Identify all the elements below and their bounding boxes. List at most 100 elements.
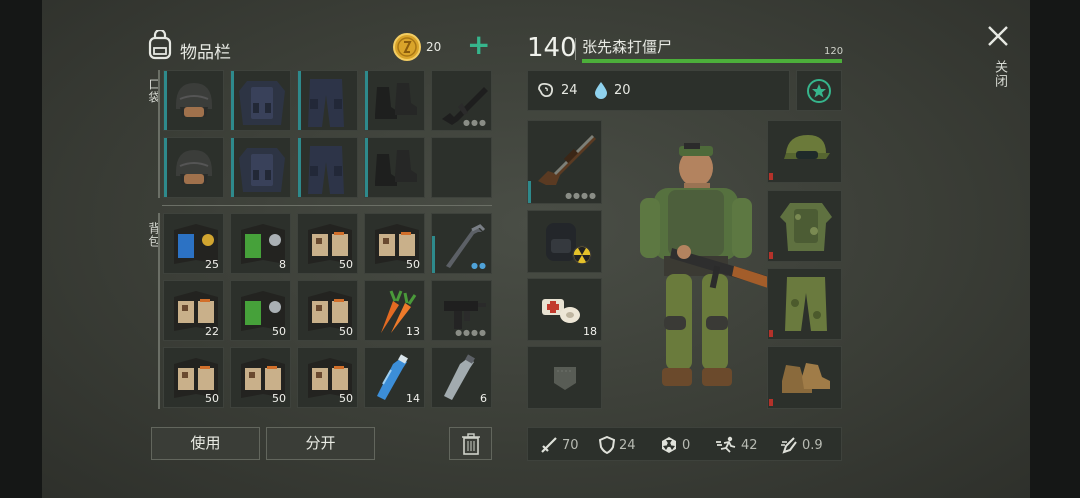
durability-dots: ●●●● bbox=[455, 328, 487, 337]
hunger-icon bbox=[536, 80, 556, 104]
slot-vest-item[interactable] bbox=[230, 70, 291, 131]
pockets-bracket bbox=[158, 70, 160, 198]
shotgun-icon bbox=[538, 135, 596, 185]
item-count: 50 bbox=[339, 325, 353, 338]
split-button[interactable]: 分开 bbox=[266, 427, 375, 460]
coin-icon bbox=[392, 31, 422, 67]
character-level: 140 bbox=[527, 33, 577, 63]
cap-icon bbox=[784, 135, 830, 159]
xp-max: 120 bbox=[824, 46, 844, 57]
add-coins-button[interactable]: + bbox=[467, 30, 490, 60]
camo-jacket-icon bbox=[780, 203, 832, 251]
radiation-value: 0 bbox=[682, 437, 691, 453]
slot-recipe-book-item[interactable]: 50 bbox=[297, 213, 358, 274]
radiation-icon bbox=[662, 437, 676, 453]
item-count: 14 bbox=[406, 392, 420, 405]
backpack-bracket bbox=[158, 213, 160, 409]
slot-recipe-book-item[interactable]: 50 bbox=[230, 347, 291, 408]
character-name: 张先森打僵尸 bbox=[582, 38, 673, 56]
legs-equip-slot[interactable] bbox=[767, 268, 842, 340]
sword-icon bbox=[541, 437, 557, 453]
shoes-icon bbox=[782, 363, 830, 393]
slot-blue-book-item[interactable]: 25 bbox=[163, 213, 224, 274]
item-count: 50 bbox=[339, 392, 353, 405]
slot-pants-item[interactable] bbox=[297, 137, 358, 198]
slot-recipe-book-item[interactable]: 50 bbox=[297, 347, 358, 408]
thirst-value: 20 bbox=[614, 83, 631, 98]
item-count: 50 bbox=[272, 325, 286, 338]
bandage-icon bbox=[542, 299, 580, 323]
weapon-durability: ●●●● bbox=[565, 191, 597, 200]
slot-green-book-item[interactable]: 8 bbox=[230, 213, 291, 274]
item-count: 50 bbox=[339, 258, 353, 271]
close-label: 关闭 bbox=[992, 60, 1007, 88]
defense-stat: 24 bbox=[599, 436, 636, 454]
slot-helmet-item[interactable] bbox=[163, 137, 224, 198]
stealth-value: 0.9 bbox=[802, 437, 823, 453]
trash-button[interactable] bbox=[449, 427, 492, 460]
durability-dots: ●●● bbox=[463, 118, 487, 127]
slot-green-book-item[interactable]: 50 bbox=[230, 280, 291, 341]
slot-boots-item[interactable] bbox=[364, 137, 425, 198]
slot-recipe-book-item[interactable]: 50 bbox=[297, 280, 358, 341]
slot-carrot-item[interactable]: 13 bbox=[364, 280, 425, 341]
slot-vest-item[interactable] bbox=[230, 137, 291, 198]
body-equip-slot[interactable] bbox=[767, 190, 842, 262]
star-badge-icon bbox=[807, 79, 831, 103]
slot-water-bottle-item[interactable]: 14 bbox=[364, 347, 425, 408]
head-equip-slot[interactable] bbox=[767, 120, 842, 183]
level-divider bbox=[575, 38, 576, 60]
shield-icon bbox=[599, 436, 615, 454]
inventory-title: 物品栏 bbox=[180, 43, 231, 63]
item-count: 22 bbox=[205, 325, 219, 338]
status-effects-button[interactable] bbox=[796, 70, 842, 111]
medkit-slot[interactable]: 18 bbox=[527, 278, 602, 341]
slot-recipe-book-item[interactable]: 22 bbox=[163, 280, 224, 341]
trash-icon bbox=[461, 433, 480, 455]
pockets-label: 口袋 bbox=[147, 78, 161, 104]
item-count: 13 bbox=[406, 325, 420, 338]
close-icon bbox=[988, 26, 1008, 46]
use-button[interactable]: 使用 bbox=[151, 427, 260, 460]
hunger-value: 24 bbox=[561, 83, 578, 98]
attack-value: 70 bbox=[562, 437, 579, 453]
weapon-slot-shotgun[interactable]: ●●●● bbox=[527, 120, 602, 204]
feet-equip-slot[interactable] bbox=[767, 346, 842, 409]
item-count: 50 bbox=[205, 392, 219, 405]
section-divider bbox=[162, 205, 492, 206]
backpack-label: 背包 bbox=[147, 222, 161, 248]
close-button[interactable]: 关闭 bbox=[986, 24, 1012, 104]
xp-bar-fill bbox=[582, 59, 842, 63]
medkit-count: 18 bbox=[583, 325, 597, 338]
slot-boots-item[interactable] bbox=[364, 70, 425, 131]
pocket-equip-slot[interactable] bbox=[527, 346, 602, 409]
backpack-slot[interactable] bbox=[527, 210, 602, 273]
item-count: 50 bbox=[272, 392, 286, 405]
coin-count: 20 bbox=[426, 40, 442, 54]
slot-pants-item[interactable] bbox=[297, 70, 358, 131]
slot-uzi-item[interactable]: ●●●● bbox=[431, 280, 492, 341]
defense-value: 24 bbox=[619, 437, 636, 453]
stealth-icon bbox=[781, 437, 797, 454]
game-screen: 物品栏 20 + 口袋 背包 ●●● 25 8 50 50 ●● 22 50 50 13 ●●●●… bbox=[42, 0, 1030, 498]
slot-crowbar-item[interactable]: ●● bbox=[431, 213, 492, 274]
radiation-stat: 0 bbox=[660, 436, 690, 454]
item-count: 50 bbox=[406, 258, 420, 271]
slot-rifle-item[interactable]: ●●● bbox=[431, 70, 492, 131]
slot-helmet-item[interactable] bbox=[163, 70, 224, 131]
slot-recipe-book-item[interactable]: 50 bbox=[163, 347, 224, 408]
stealth-stat: 0.9 bbox=[780, 436, 823, 454]
backpack-item-icon bbox=[546, 223, 592, 265]
thirst-icon bbox=[593, 80, 609, 104]
empty-slot[interactable] bbox=[431, 137, 492, 198]
pocket-icon bbox=[554, 367, 576, 390]
speed-stat: 42 bbox=[715, 436, 758, 454]
slot-empty-bottle-item[interactable]: 6 bbox=[431, 347, 492, 408]
slot-recipe-book-item[interactable]: 50 bbox=[364, 213, 425, 274]
item-count: 6 bbox=[480, 392, 487, 405]
camo-pants-icon bbox=[785, 277, 827, 331]
running-icon bbox=[716, 436, 736, 453]
character-model bbox=[624, 138, 774, 412]
xp-bar-track bbox=[582, 59, 842, 63]
item-count: 25 bbox=[205, 258, 219, 271]
